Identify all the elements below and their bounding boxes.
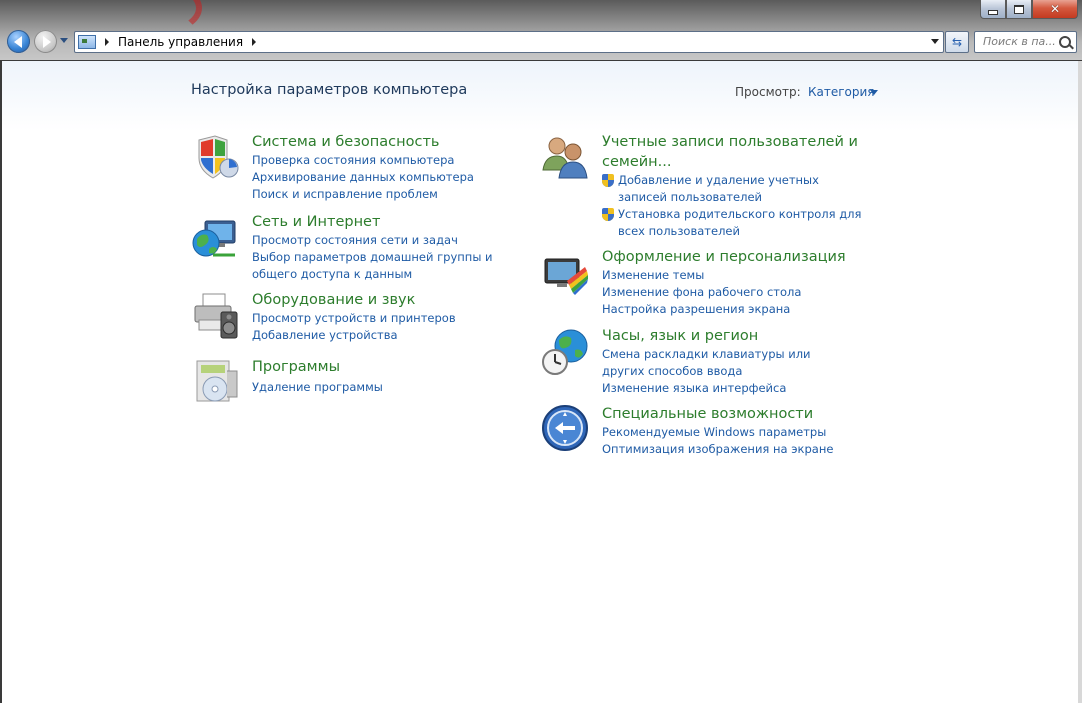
link-change-background[interactable]: Изменение фона рабочего стола [602, 284, 846, 301]
view-by-label: Просмотр: [735, 85, 801, 99]
link-keyboard-layout[interactable]: Смена раскладки клавиатуры или других сп… [602, 346, 842, 380]
category-title-programs[interactable]: Программы [252, 357, 383, 377]
back-button[interactable] [7, 30, 30, 53]
category-title-system-security[interactable]: Система и безопасность [252, 132, 474, 152]
window-controls: ✕ [980, 0, 1078, 19]
minimize-icon [988, 9, 998, 15]
minimize-button[interactable] [980, 0, 1006, 19]
link-optimize-display[interactable]: Оптимизация изображения на экране [602, 441, 833, 458]
category-title-user-accounts[interactable]: Учетные записи пользователей и семейн... [602, 132, 862, 172]
recent-pages-dropdown-icon[interactable] [60, 38, 68, 43]
search-input[interactable]: Поиск в па... [983, 35, 1056, 48]
category-title-ease-of-access[interactable]: Специальные возможности [602, 404, 833, 424]
refresh-button[interactable]: ⇆ [945, 31, 969, 53]
window-right-border [1078, 61, 1082, 703]
category-system-security: Система и безопасность Проверка состояни… [252, 132, 474, 203]
accessibility-icon[interactable] [541, 404, 589, 452]
category-clock-language-region: Часы, язык и регион Смена раскладки клав… [602, 326, 842, 397]
printer-speaker-icon[interactable] [191, 292, 239, 340]
uac-shield-icon [602, 174, 614, 187]
link-row-add-remove-accounts: Добавление и удаление учетных записей по… [602, 172, 872, 206]
category-title-network-internet[interactable]: Сеть и Интернет [252, 212, 527, 232]
breadcrumb-chevron-icon[interactable] [252, 38, 257, 46]
link-check-computer-status[interactable]: Проверка состояния компьютера [252, 152, 474, 169]
category-user-accounts: Учетные записи пользователей и семейн...… [602, 132, 872, 240]
clock-globe-icon[interactable] [541, 328, 589, 376]
address-history-dropdown-icon[interactable] [931, 39, 939, 44]
category-programs: Программы Удаление программы [252, 357, 383, 396]
link-row-parental-controls: Установка родительского контроля для все… [602, 206, 872, 240]
link-parental-controls[interactable]: Установка родительского контроля для все… [618, 206, 868, 240]
security-shield-icon[interactable] [191, 134, 239, 182]
link-add-remove-accounts[interactable]: Добавление и удаление учетных записей по… [618, 172, 868, 206]
close-button[interactable]: ✕ [1032, 0, 1078, 19]
user-accounts-icon[interactable] [541, 134, 589, 182]
category-ease-of-access: Специальные возможности Рекомендуемые Wi… [602, 404, 833, 458]
close-icon: ✕ [1049, 2, 1061, 16]
forward-button[interactable] [34, 30, 57, 53]
appearance-palette-icon[interactable] [541, 251, 589, 299]
link-add-device[interactable]: Добавление устройства [252, 327, 456, 344]
link-devices-printers[interactable]: Просмотр устройств и принтеров [252, 310, 456, 327]
programs-disc-icon[interactable] [191, 357, 239, 405]
category-network-internet: Сеть и Интернет Просмотр состояния сети … [252, 212, 527, 283]
window-titlebar: ✕ Панель управления ⇆ Поиск в па... [0, 0, 1082, 60]
view-by-dropdown[interactable]: Категория [808, 85, 875, 99]
category-appearance: Оформление и персонализация Изменение те… [602, 247, 846, 318]
maximize-icon [1014, 4, 1024, 14]
desktop-wallpaper-swirl [120, 0, 202, 34]
category-title-appearance[interactable]: Оформление и персонализация [602, 247, 846, 267]
link-display-language[interactable]: Изменение языка интерфейса [602, 380, 842, 397]
breadcrumb-chevron-icon[interactable] [105, 38, 109, 46]
maximize-button[interactable] [1006, 0, 1032, 19]
back-arrow-icon [13, 35, 22, 48]
refresh-icon: ⇆ [951, 35, 963, 49]
page-title: Настройка параметров компьютера [191, 82, 468, 98]
link-recommended-settings[interactable]: Рекомендуемые Windows параметры [602, 424, 833, 441]
category-title-clock-language-region[interactable]: Часы, язык и регион [602, 326, 842, 346]
address-bar[interactable]: Панель управления [74, 31, 944, 53]
category-hardware-sound: Оборудование и звук Просмотр устройств и… [252, 290, 456, 344]
link-backup-computer[interactable]: Архивирование данных компьютера [252, 169, 474, 186]
link-troubleshoot[interactable]: Поиск и исправление проблем [252, 186, 474, 203]
uac-shield-icon [602, 208, 614, 221]
link-homegroup-sharing[interactable]: Выбор параметров домашней группы и общег… [252, 249, 527, 283]
view-by-chevron-down-icon[interactable] [870, 90, 878, 95]
category-title-hardware-sound[interactable]: Оборудование и звук [252, 290, 456, 310]
network-globe-icon[interactable] [191, 215, 239, 263]
search-icon[interactable] [1059, 36, 1071, 48]
control-panel-icon [78, 35, 96, 49]
link-view-network-status[interactable]: Просмотр состояния сети и задач [252, 232, 527, 249]
search-box[interactable]: Поиск в па... [974, 31, 1077, 53]
forward-arrow-icon [42, 35, 51, 48]
control-panel-content: Настройка параметров компьютера Просмотр… [2, 61, 1078, 703]
breadcrumb-control-panel[interactable]: Панель управления [118, 35, 243, 49]
link-screen-resolution[interactable]: Настройка разрешения экрана [602, 301, 846, 318]
link-change-theme[interactable]: Изменение темы [602, 267, 846, 284]
link-uninstall-program[interactable]: Удаление программы [252, 379, 383, 396]
